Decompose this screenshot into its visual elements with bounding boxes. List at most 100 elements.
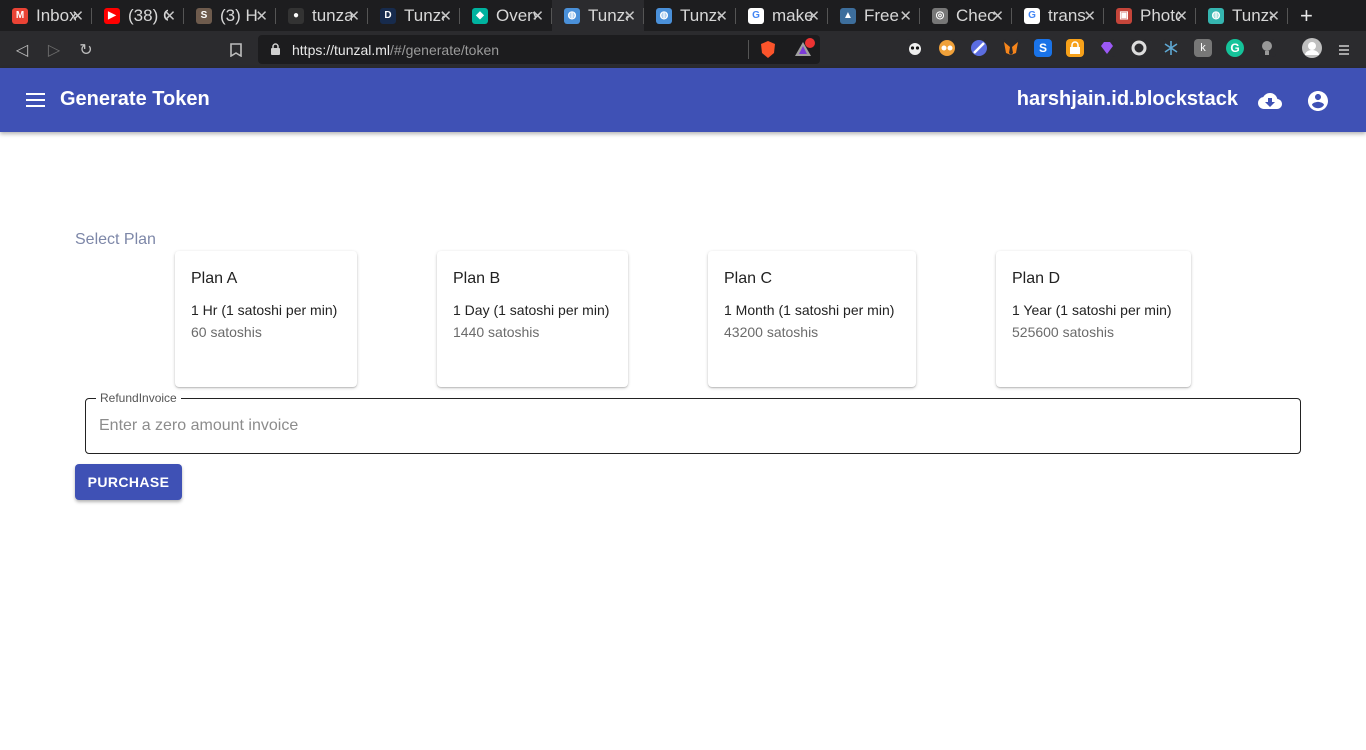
- app-bar: Generate Token harshjain.id.blockstack: [0, 68, 1366, 132]
- plan-price: 60 satoshis: [191, 324, 262, 340]
- tab-close-icon[interactable]: ✕: [1267, 7, 1280, 25]
- tab-favicon-icon: ▲: [840, 7, 856, 24]
- tab-favicon-icon: G: [1024, 7, 1040, 24]
- url-host: https://tunzal.ml: [292, 41, 391, 58]
- browser-tab[interactable]: ▲ Free ✕: [828, 0, 920, 31]
- tab-close-icon[interactable]: ✕: [347, 7, 360, 25]
- browser-tab[interactable]: ● tunzal✕: [276, 0, 368, 31]
- new-tab-button[interactable]: +: [1300, 3, 1313, 29]
- plan-card-a[interactable]: Plan A 1 Hr (1 satoshi per min) 60 satos…: [175, 251, 357, 387]
- browser-tab[interactable]: Gtrans ✕: [1012, 0, 1104, 31]
- panda-extension-icon[interactable]: [906, 39, 924, 57]
- block-extension-icon[interactable]: [970, 39, 988, 57]
- profile-avatar-icon[interactable]: [1302, 38, 1322, 58]
- cloud-download-icon[interactable]: [1258, 89, 1282, 113]
- plan-description: 1 Year (1 satoshi per min): [1012, 302, 1172, 318]
- bookmark-icon[interactable]: [220, 34, 252, 66]
- address-bar[interactable]: https://tunzal.ml/#/generate/token: [258, 35, 820, 64]
- plan-description: 1 Hr (1 satoshi per min): [191, 302, 338, 318]
- plan-name: Plan A: [191, 270, 238, 287]
- browser-tab[interactable]: Gmake ✕: [736, 0, 828, 31]
- page-title: Generate Token: [60, 88, 210, 110]
- browser-tab-strip: MInbox✕▶(38) C✕S(3) H✕●tunzal✕DTunzal✕◆O…: [0, 0, 1366, 31]
- back-icon[interactable]: ◁: [6, 34, 38, 66]
- tab-favicon-icon: ▶: [104, 7, 120, 24]
- s-extension-icon[interactable]: S: [1034, 39, 1052, 57]
- tab-title: Tunzal: [404, 5, 444, 25]
- tab-close-icon[interactable]: ✕: [531, 7, 544, 25]
- tab-favicon-icon: S: [196, 7, 212, 24]
- browser-tab[interactable]: ◍ Tunzal✕: [644, 0, 736, 31]
- notification-badge: [805, 38, 815, 48]
- tab-favicon-icon: ▣: [1116, 7, 1132, 24]
- tab-close-icon[interactable]: ✕: [1083, 7, 1096, 25]
- tab-title: trans: [1048, 5, 1086, 25]
- browser-tab[interactable]: ◆ Overview✕: [460, 0, 552, 31]
- browser-tab[interactable]: D Tunzal✕: [368, 0, 460, 31]
- tab-close-icon[interactable]: ✕: [623, 7, 636, 25]
- plan-name: Plan D: [1012, 270, 1061, 287]
- lock-icon: [271, 43, 280, 55]
- tab-close-icon[interactable]: ✕: [163, 7, 176, 25]
- gem-extension-icon[interactable]: [1098, 39, 1116, 57]
- bulb-extension-icon[interactable]: [1258, 39, 1276, 57]
- account-circle-icon[interactable]: [1306, 89, 1330, 113]
- reload-icon[interactable]: ↻: [70, 34, 102, 66]
- tab-close-icon[interactable]: ✕: [439, 7, 452, 25]
- tab-favicon-icon: ◍: [656, 7, 672, 24]
- plan-description: 1 Month (1 satoshi per min): [724, 302, 895, 318]
- brave-shield-icon[interactable]: [760, 40, 776, 59]
- tab-favicon-icon: ◎: [932, 7, 948, 24]
- lock-extension-icon[interactable]: [1066, 39, 1084, 57]
- tab-title: Tunzal: [680, 5, 720, 25]
- tab-close-icon[interactable]: ✕: [899, 7, 912, 25]
- browser-tab[interactable]: ◍ Tunzal✕: [1196, 0, 1288, 31]
- browser-menu-icon[interactable]: [1328, 34, 1360, 66]
- tab-favicon-icon: ●: [288, 7, 304, 24]
- loop-extension-icon[interactable]: [1130, 39, 1148, 57]
- tab-close-icon[interactable]: ✕: [1175, 7, 1188, 25]
- tab-title: (3) H: [220, 5, 258, 25]
- plan-card-b[interactable]: Plan B 1 Day (1 satoshi per min) 1440 sa…: [437, 251, 628, 387]
- tab-favicon-icon: D: [380, 7, 396, 24]
- metamask-extension-icon[interactable]: [1002, 39, 1020, 57]
- snowflake-extension-icon[interactable]: [1162, 39, 1180, 57]
- tab-favicon-icon: M: [12, 7, 28, 24]
- plan-description: 1 Day (1 satoshi per min): [453, 302, 610, 318]
- tab-title: Free: [864, 5, 899, 25]
- k-extension-icon[interactable]: k: [1194, 39, 1212, 57]
- tab-separator: [1287, 8, 1288, 24]
- refund-invoice-input[interactable]: [99, 413, 1279, 439]
- browser-tab[interactable]: ▶ (38) C✕: [92, 0, 184, 31]
- tab-favicon-icon: ◍: [564, 7, 580, 24]
- tab-close-icon[interactable]: ✕: [71, 7, 84, 25]
- browser-tab[interactable]: M Inbox ✕: [0, 0, 92, 31]
- tab-favicon-icon: G: [748, 7, 764, 24]
- menu-icon[interactable]: [26, 93, 45, 107]
- browser-tab[interactable]: ◍ Tunzal✕: [552, 0, 644, 31]
- refund-invoice-field: RefundInvoice: [85, 391, 1301, 454]
- tab-close-icon[interactable]: ✕: [991, 7, 1004, 25]
- browser-tab[interactable]: S (3) H ✕: [184, 0, 276, 31]
- tab-title: Check: [956, 5, 996, 25]
- grammarly-extension-icon[interactable]: G: [1226, 39, 1244, 57]
- tab-title: Inbox: [36, 5, 76, 25]
- forward-icon[interactable]: ▷: [38, 34, 70, 66]
- plan-name: Plan C: [724, 270, 773, 287]
- plan-card-d[interactable]: Plan D 1 Year (1 satoshi per min) 525600…: [996, 251, 1191, 387]
- tab-close-icon[interactable]: ✕: [807, 7, 820, 25]
- tab-close-icon[interactable]: ✕: [255, 7, 268, 25]
- tab-title: (38) C: [128, 5, 168, 25]
- eyes-extension-icon[interactable]: [938, 39, 956, 57]
- tab-favicon-icon: ◆: [472, 7, 488, 24]
- tab-close-icon[interactable]: ✕: [715, 7, 728, 25]
- tab-title: Photo: [1140, 5, 1180, 25]
- tab-list: MInbox✕▶(38) C✕S(3) H✕●tunzal✕DTunzal✕◆O…: [0, 0, 1288, 31]
- browser-tab[interactable]: ◎ Check✕: [920, 0, 1012, 31]
- plan-card-c[interactable]: Plan C 1 Month (1 satoshi per min) 43200…: [708, 251, 916, 387]
- purchase-button[interactable]: PURCHASE: [75, 464, 182, 500]
- tab-title: Tunzal: [1232, 5, 1272, 25]
- select-plan-label: Select Plan: [75, 231, 156, 248]
- browser-tab[interactable]: ▣ Photo ✕: [1104, 0, 1196, 31]
- tab-title: Tunzal: [588, 5, 628, 25]
